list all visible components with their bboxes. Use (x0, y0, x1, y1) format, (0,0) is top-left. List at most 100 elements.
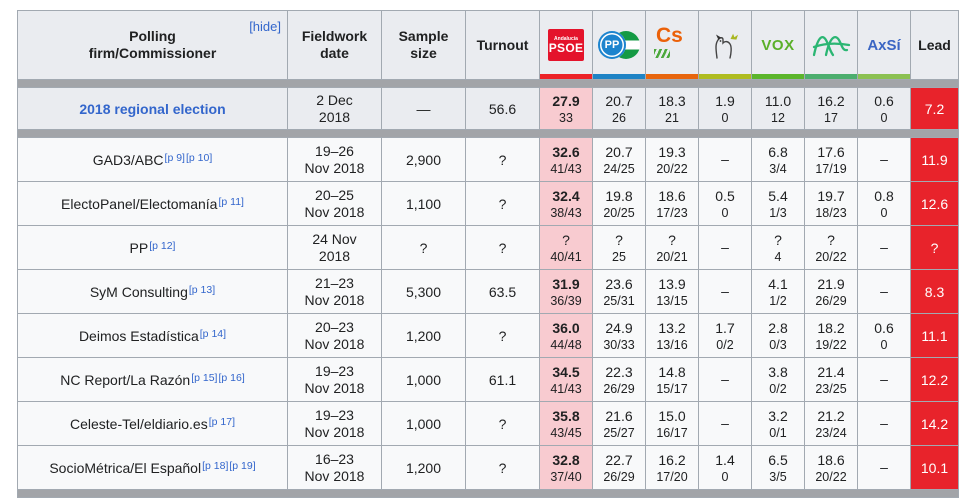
vote-share: 32.8 (552, 451, 580, 468)
reference-link[interactable]: [p 16] (218, 372, 244, 384)
firm-cell: GAD3/ABC[p 9][p 10] (17, 137, 288, 182)
firm-cell: PP[p 12] (17, 225, 288, 270)
seat-projection: 20/21 (656, 249, 688, 264)
psoe-logo-link[interactable]: Andalucía PSOE (540, 22, 592, 68)
result-cell-pp: 20.7 26 (592, 87, 646, 130)
vote-share: 0.6 (874, 92, 894, 109)
polling-firm-name: PP (129, 239, 149, 256)
result-cell-axsi: – (857, 225, 911, 270)
polling-firm-name: GAD3/ABC (92, 151, 164, 168)
poll-row: Celeste-Tel/eldiario.es[p 17] 19–23 Nov 2… (17, 401, 959, 446)
polling-firm-name: SocioMétrica/El Español (49, 459, 202, 476)
seat-projection: 25/31 (603, 293, 635, 308)
reference-link[interactable]: [p 9] (165, 152, 185, 164)
vote-share: 18.6 (817, 451, 845, 468)
result-cell-vox: 5.4 1/3 (751, 181, 805, 226)
aa-logo-link[interactable] (805, 22, 857, 68)
seat-projection: 18/23 (815, 205, 847, 220)
pacma-header (698, 10, 752, 80)
result-cell-cs: ? 20/21 (645, 225, 699, 270)
result-cell-vox: 3.8 0/2 (751, 357, 805, 402)
result-cell-pacma: 1.4 0 (698, 445, 752, 490)
vote-share: 34.5 (552, 363, 580, 380)
result-cell-psoe: 27.9 33 (539, 87, 593, 130)
seat-projection: 37/40 (550, 469, 582, 484)
result-cell-pp: 22.7 26/29 (592, 445, 646, 490)
seat-projection: 25 (612, 249, 626, 264)
result-cell-axsi: – (857, 269, 911, 314)
polling-firm-name: Celeste-Tel/eldiario.es (69, 415, 208, 432)
polling-firm-name[interactable]: 2018 regional election (79, 101, 225, 117)
axsi-wordmark: AxSí (867, 36, 901, 54)
vote-share: 11.0 (764, 92, 792, 109)
vote-share: – (721, 415, 729, 431)
turnout-cell: ? (465, 181, 540, 226)
vote-share: – (880, 415, 888, 431)
pacma-logo-link[interactable] (699, 22, 751, 68)
vote-share: 27.9 (552, 92, 580, 109)
vote-share: 15.0 (658, 407, 686, 424)
cs-stripes-icon (654, 49, 670, 58)
vote-share: 1.9 (715, 92, 735, 109)
reference-link[interactable]: [p 17] (209, 416, 235, 428)
vox-wordmark: VOX (761, 36, 795, 54)
seat-projection: 26/29 (603, 469, 635, 484)
result-cell-vox: 2.8 0/3 (751, 313, 805, 358)
sample-size-cell: 1,000 (381, 357, 466, 402)
reference-link[interactable]: [p 14] (200, 328, 226, 340)
reference-link[interactable]: [p 19] (229, 460, 255, 472)
sample-size-header: Sample size (381, 10, 466, 80)
vote-share: 20.7 (605, 143, 633, 160)
seat-projection: 0/2 (769, 381, 787, 396)
vote-share: 18.3 (658, 92, 686, 109)
seat-projection: 26/29 (603, 381, 635, 396)
cs-logo-link[interactable]: Cs (646, 22, 698, 68)
reference-link[interactable]: [p 18] (202, 460, 228, 472)
result-cell-pp: 19.8 20/25 (592, 181, 646, 226)
turnout-cell: ? (465, 137, 540, 182)
seat-projection: 17/23 (656, 205, 688, 220)
vox-color-bar (752, 74, 804, 79)
axsi-logo-link[interactable]: AxSí (858, 22, 910, 68)
pp-logo-link[interactable]: PP (593, 22, 645, 68)
vote-share: 18.2 (817, 319, 845, 336)
sample-size-cell: 5,300 (381, 269, 466, 314)
seat-projection: 0/2 (716, 337, 734, 352)
result-cell-psoe: 31.9 36/39 (539, 269, 593, 314)
reference-link[interactable]: [p 15] (191, 372, 217, 384)
vote-share: 13.2 (658, 319, 686, 336)
vote-share: 13.9 (658, 275, 686, 292)
seat-projection: 26 (612, 110, 626, 125)
cs-color-bar (646, 74, 698, 79)
result-cell-pacma: 0.5 0 (698, 181, 752, 226)
firm-cell: Celeste-Tel/eldiario.es[p 17] (17, 401, 288, 446)
lead-cell: 7.2 (910, 87, 959, 130)
reference-link[interactable]: [p 12] (149, 240, 175, 252)
seat-projection: 3/5 (769, 469, 787, 484)
result-cell-axsi: – (857, 137, 911, 182)
sample-size-cell: — (381, 87, 466, 130)
vote-share: 20.7 (605, 92, 633, 109)
seat-projection: 25/27 (603, 425, 635, 440)
polling-firm-header: Polling firm/Commissioner [hide] (17, 10, 288, 80)
result-cell-cs: 18.3 21 (645, 87, 699, 130)
vote-share: – (721, 239, 729, 255)
reference-link[interactable]: [p 13] (189, 284, 215, 296)
hide-link[interactable]: [hide] (249, 18, 281, 35)
vox-logo-link[interactable]: VOX (752, 22, 804, 68)
result-cell-aa: 21.2 23/24 (804, 401, 858, 446)
reference-link[interactable]: [p 10] (186, 152, 212, 164)
seat-projection: 24/25 (603, 161, 635, 176)
axsi-color-bar (858, 74, 910, 79)
fieldwork-date-cell: 19–23 Nov 2018 (287, 401, 382, 446)
axsi-header: AxSí (857, 10, 911, 80)
fieldwork-date-cell: 19–26 Nov 2018 (287, 137, 382, 182)
vote-share: 22.3 (605, 363, 633, 380)
result-cell-cs: 14.8 15/17 (645, 357, 699, 402)
result-cell-axsi: 0.6 0 (857, 87, 911, 130)
aa-header (804, 10, 858, 80)
reference-link[interactable]: [p 11] (218, 196, 244, 208)
result-cell-aa: 18.6 20/22 (804, 445, 858, 490)
result-cell-cs: 13.2 13/16 (645, 313, 699, 358)
vote-share: 35.8 (552, 407, 580, 424)
